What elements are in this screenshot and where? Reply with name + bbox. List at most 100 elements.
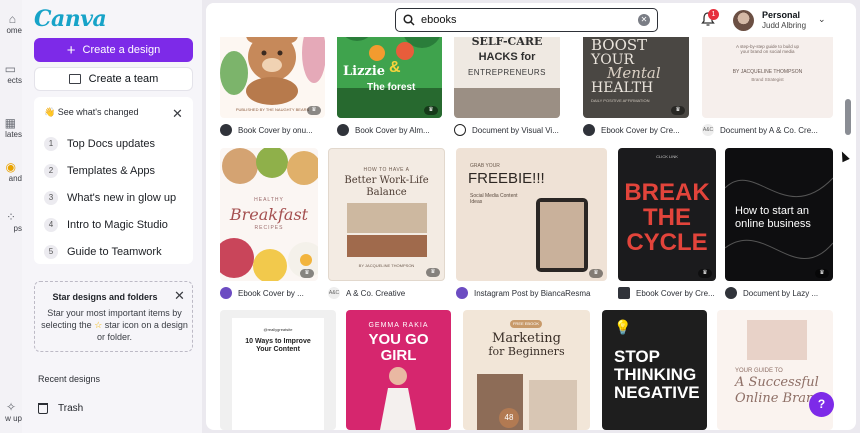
create-design-label: Create a design <box>82 44 161 56</box>
icon-rail: ⌂ ome ▭ ects ▦ lates ◉ and ⁘ ps ✧ w up <box>0 0 22 433</box>
template-card[interactable]: HEALTHY Breakfast RECIPES ♛ <box>220 148 318 281</box>
card-text: The forest <box>367 82 416 93</box>
card-caption[interactable]: Ebook Cover by ... <box>220 286 318 300</box>
create-team-label: Create a team <box>88 73 159 85</box>
card-text: ENTREPRENEURS <box>467 68 547 77</box>
clear-search-icon[interactable]: ✕ <box>638 14 650 26</box>
template-card[interactable]: @reallygreatsite 10 Ways to Improve Your… <box>220 310 336 430</box>
list-number: 3 <box>44 190 58 205</box>
card-text: YOUR GUIDE TO <box>735 368 783 374</box>
card-text: NEGATIVE <box>614 383 700 402</box>
list-item-label: Intro to Magic Studio <box>67 218 168 231</box>
tablet-frame <box>536 198 588 272</box>
crown-icon: ♛ <box>424 106 438 115</box>
card-caption[interactable]: Book Cover by Alm... <box>337 123 443 137</box>
card-text: for Beginners <box>488 345 565 358</box>
create-team-button[interactable]: Create a team <box>34 67 193 91</box>
card-caption[interactable]: Book Cover by onu... <box>220 123 326 137</box>
scrollbar-thumb[interactable] <box>845 99 851 135</box>
card-text: STOP <box>614 347 660 366</box>
rail-item-apps[interactable]: ⁘ ps <box>0 210 22 233</box>
star-designs-tip: Star designs and folders ✕ Star your mos… <box>34 281 193 352</box>
card-text: PUBLISHED BY THE NAUGHTY BEARS <box>235 106 310 112</box>
template-card[interactable]: FREE EBOOK Marketing for Beginners 48 <box>463 310 590 430</box>
card-text: BY JACQUELINE THOMPSON <box>732 69 803 75</box>
card-caption[interactable]: Instagram Post by BiancaResma <box>456 286 611 300</box>
search-input[interactable] <box>421 14 621 26</box>
scrollbar[interactable] <box>845 41 851 426</box>
search-bar[interactable]: ✕ <box>395 8 658 32</box>
caption-text: Ebook Cover by Cre... <box>601 125 680 135</box>
notification-badge: 1 <box>708 9 719 20</box>
list-item[interactable]: 2 Templates & Apps <box>44 157 184 184</box>
list-item[interactable]: 1 Top Docs updates <box>44 130 184 157</box>
template-card[interactable]: How to start an online business ♛ <box>725 148 833 281</box>
card-caption[interactable]: Document by Lazy ... <box>725 286 833 300</box>
crown-icon: ♛ <box>307 106 321 115</box>
card-caption[interactable]: Document by Visual Vi... <box>454 123 572 137</box>
card-caption[interactable]: Ebook Cover by Cre... <box>618 286 718 300</box>
card-text: Brand Strategist <box>751 77 784 82</box>
list-item[interactable]: 4 Intro to Magic Studio <box>44 211 184 238</box>
rail-item-projects[interactable]: ▭ ects <box>0 62 22 85</box>
rail-item-home[interactable]: ⌂ ome <box>0 12 22 35</box>
whats-changed-list: 1 Top Docs updates 2 Templates & Apps 3 Wha… <box>44 130 184 265</box>
card-text: 10 Ways to Improve Your Content <box>245 338 311 353</box>
card-text: FREE EBOOK <box>510 320 542 328</box>
whats-changed-panel: 👋 See what's changed ✕ 1 Top Docs updates… <box>34 97 193 264</box>
close-icon[interactable]: ✕ <box>174 289 185 302</box>
avatar[interactable] <box>733 10 754 31</box>
rail-label: w up <box>5 414 22 423</box>
card-text: How to start an <box>735 205 809 217</box>
creator-avatar <box>220 287 232 299</box>
caption-text: Ebook Cover by Cre... <box>636 288 715 298</box>
top-bar: ✕ 1 Personal Judd Albring ⌄ <box>206 3 856 37</box>
trash-label: Trash <box>58 403 84 414</box>
creator-avatar <box>725 287 737 299</box>
card-caption[interactable]: A&C A & Co. Creative <box>328 286 446 300</box>
template-card[interactable]: 💡 STOP THINKING NEGATIVE <box>602 310 707 430</box>
list-item[interactable]: 5 Guide to Teamwork <box>44 238 184 265</box>
woman-illustration <box>380 367 416 430</box>
template-card[interactable]: CLICK LINK BREAK THE CYCLE ♛ <box>618 148 716 281</box>
sparkle-icon: ✧ <box>5 400 16 414</box>
rail-label: lates <box>5 130 22 139</box>
close-icon[interactable]: ✕ <box>172 107 183 120</box>
list-number: 1 <box>44 136 58 151</box>
template-card[interactable]: GEMMA RAKIA YOU GO GIRL <box>346 310 451 430</box>
list-item[interactable]: 3 What's new in glow up <box>44 184 184 211</box>
card-text: & <box>389 59 401 76</box>
help-button[interactable]: ? <box>809 392 834 417</box>
rail-label: and <box>8 174 22 183</box>
rail-item-glow-up[interactable]: ✧ w up <box>0 400 22 423</box>
folder-icon: ▭ <box>4 62 16 76</box>
creator-avatar: A&C <box>702 124 714 136</box>
card-text: Balance <box>366 187 407 198</box>
card-text: BY JACQUELINE THOMPSON <box>358 263 415 268</box>
laptop-photo <box>454 88 560 118</box>
card-text: 48 <box>499 408 519 428</box>
desk-photo <box>747 320 807 360</box>
star-tip-text: star icon on a design or folder. <box>96 320 188 342</box>
rail-item-templates[interactable]: ▦ lates <box>0 116 22 139</box>
template-card[interactable]: HOW TO HAVE A Better Work-Life Balance B… <box>328 148 445 281</box>
list-item-label: Top Docs updates <box>67 137 156 150</box>
card-text: BREAK <box>624 179 710 206</box>
crown-icon: ♛ <box>300 269 314 278</box>
card-caption[interactable]: A&C Document by A & Co. Cre... <box>702 123 830 137</box>
card-text: Breakfast <box>229 205 309 224</box>
sidebar: Canva + Create a design Create a team 👋 … <box>22 0 202 433</box>
rail-item-brand[interactable]: ◉ and <box>0 160 22 183</box>
create-design-button[interactable]: + Create a design <box>34 38 193 62</box>
account-name[interactable]: Personal <box>762 10 800 20</box>
card-caption[interactable]: Ebook Cover by Cre... <box>583 123 693 137</box>
card-text: A Successful <box>735 375 819 390</box>
account-user[interactable]: Judd Albring <box>762 21 806 30</box>
trash-item[interactable]: Trash <box>38 403 83 414</box>
caption-text: Document by A & Co. Cre... <box>720 125 818 135</box>
whats-changed-title-text: See what's changed <box>57 107 139 117</box>
canva-logo[interactable]: Canva <box>34 6 107 32</box>
template-card[interactable]: GRAB YOUR FREEBIE!!! Social Media Conten… <box>456 148 607 281</box>
chevron-down-icon[interactable]: ⌄ <box>818 14 826 25</box>
card-text: @reallygreatsite <box>263 327 293 332</box>
